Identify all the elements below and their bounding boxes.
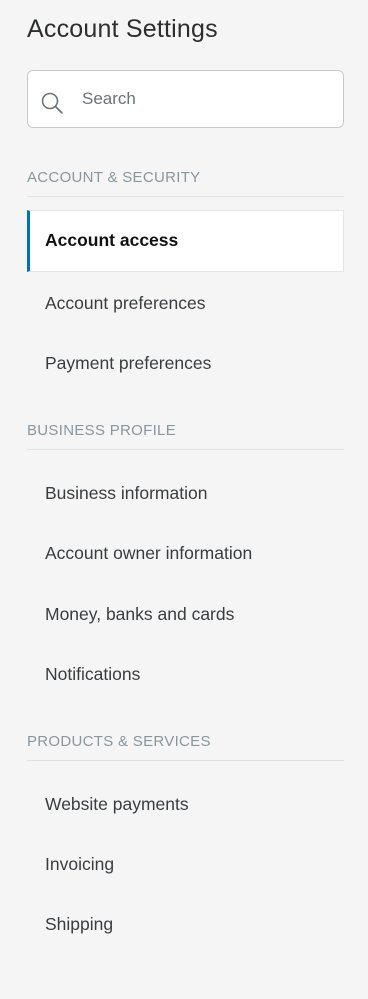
search-icon — [40, 91, 64, 115]
nav-item-notifications[interactable]: Notifications — [27, 644, 344, 704]
search-box[interactable] — [27, 70, 344, 128]
nav-item-label: Account access — [45, 230, 179, 250]
section-heading-account-security: ACCOUNT & SECURITY — [27, 169, 201, 186]
search-input[interactable] — [82, 71, 332, 127]
nav-item-label: Money, banks and cards — [45, 604, 235, 624]
nav-item-website-payments[interactable]: Website payments — [27, 774, 344, 834]
nav-item-label: Shipping — [45, 914, 114, 934]
nav-item-label: Business information — [45, 483, 208, 503]
section-heading-products-services: PRODUCTS & SERVICES — [27, 733, 211, 750]
nav-item-account-preferences[interactable]: Account preferences — [27, 273, 344, 333]
nav-item-money-banks-cards[interactable]: Money, banks and cards — [27, 584, 344, 644]
nav-item-payment-preferences[interactable]: Payment preferences — [27, 333, 344, 393]
nav-item-account-owner-information[interactable]: Account owner information — [27, 523, 344, 583]
page-title: Account Settings — [27, 15, 218, 43]
section-divider — [27, 449, 344, 450]
nav-item-label: Notifications — [45, 664, 141, 684]
nav-item-shipping[interactable]: Shipping — [27, 894, 344, 954]
nav-item-label: Account owner information — [45, 543, 253, 563]
section-divider — [27, 760, 344, 761]
section-divider — [27, 196, 344, 197]
nav-item-invoicing[interactable]: Invoicing — [27, 834, 344, 894]
nav-item-label: Invoicing — [45, 854, 115, 874]
section-heading-business-profile: BUSINESS PROFILE — [27, 422, 177, 439]
nav-item-label: Website payments — [45, 794, 189, 814]
nav-item-label: Account preferences — [45, 293, 206, 313]
nav-item-label: Payment preferences — [45, 353, 212, 373]
nav-item-account-access[interactable]: Account access — [27, 210, 344, 272]
nav-item-business-information[interactable]: Business information — [27, 463, 344, 523]
